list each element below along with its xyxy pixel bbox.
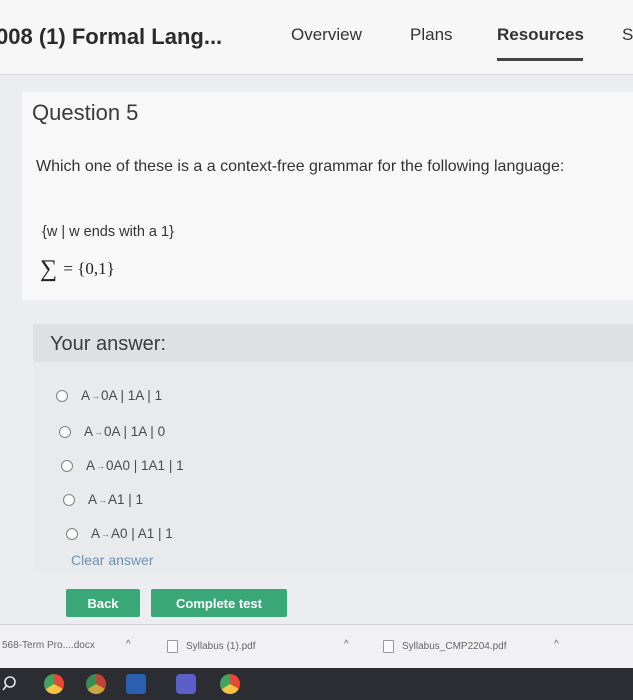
option-lhs: A <box>88 492 98 507</box>
answer-option-5[interactable]: A → A0 | A1 | 1 <box>66 526 173 541</box>
tab-overview[interactable]: Overview <box>291 25 362 45</box>
answer-option-1[interactable]: A → 0A | 1A | 1 <box>56 388 162 403</box>
option-lhs: A <box>84 424 94 439</box>
browser-screen: 008 (1) Formal Lang... Overview Plans Re… <box>0 0 633 668</box>
radio-button[interactable] <box>63 493 75 506</box>
clear-answer-link[interactable]: Clear answer <box>71 552 153 568</box>
tab-resources[interactable]: Resources <box>497 25 584 45</box>
question-prompt: Which one of these is a a context-free g… <box>36 158 565 175</box>
download-filename: 568-Term Pro....docx <box>2 640 95 651</box>
arrow-icon: → <box>94 426 104 437</box>
downloads-bar: 568-Term Pro....docx ^ Syllabus (1).pdf … <box>0 624 633 668</box>
top-navigation-bar: 008 (1) Formal Lang... Overview Plans Re… <box>0 0 633 75</box>
chevron-up-icon[interactable]: ^ <box>126 639 131 650</box>
answer-heading-band: Your answer: <box>33 324 633 362</box>
tab-plans[interactable]: Plans <box>410 25 453 45</box>
arrow-icon: → <box>91 390 101 401</box>
chevron-up-icon[interactable]: ^ <box>344 639 349 650</box>
alphabet-definition: ∑ = {0,1} <box>40 256 115 283</box>
download-filename: Syllabus_CMP2204.pdf <box>402 641 507 652</box>
question-card: Question 5 Which one of these is a a con… <box>22 92 633 300</box>
option-rhs: A1 | 1 <box>108 492 144 507</box>
course-title[interactable]: 008 (1) Formal Lang... <box>0 24 222 50</box>
download-item-syllabus[interactable]: Syllabus (1).pdf <box>167 640 255 653</box>
option-lhs: A <box>91 526 101 541</box>
windows-taskbar <box>0 668 633 700</box>
file-icon <box>383 640 394 653</box>
download-item-syllabus-cmp[interactable]: Syllabus_CMP2204.pdf <box>383 640 507 653</box>
language-definition: {w | w ends with a 1} <box>42 224 174 240</box>
answer-option-4[interactable]: A → A1 | 1 <box>63 492 143 507</box>
complete-test-button[interactable]: Complete test <box>151 589 287 617</box>
option-lhs: A <box>81 388 91 403</box>
chrome-icon[interactable] <box>220 674 240 694</box>
radio-button[interactable] <box>59 425 71 438</box>
arrow-icon: → <box>98 494 108 505</box>
search-icon[interactable] <box>2 675 20 693</box>
option-rhs: A0 | A1 | 1 <box>111 526 173 541</box>
radio-button[interactable] <box>61 459 73 472</box>
chrome-icon[interactable] <box>86 674 106 694</box>
radio-button[interactable] <box>56 389 68 402</box>
your-answer-heading: Your answer: <box>50 333 166 355</box>
chrome-icon[interactable] <box>44 674 64 694</box>
radio-button[interactable] <box>66 527 78 540</box>
download-item-docx[interactable]: 568-Term Pro....docx <box>2 640 95 651</box>
sigma-symbol: ∑ <box>40 256 58 282</box>
option-lhs: A <box>86 458 96 473</box>
word-icon[interactable] <box>126 674 146 694</box>
arrow-icon: → <box>96 460 106 471</box>
chevron-up-icon[interactable]: ^ <box>554 639 559 650</box>
download-filename: Syllabus (1).pdf <box>186 641 256 652</box>
file-icon <box>167 640 178 653</box>
answer-option-2[interactable]: A → 0A | 1A | 0 <box>59 424 165 439</box>
tab-overflow[interactable]: S <box>622 25 633 45</box>
arrow-icon: → <box>101 528 111 539</box>
alphabet-value: = {0,1} <box>63 259 115 278</box>
option-rhs: 0A | 1A | 1 <box>101 388 163 403</box>
question-title: Question 5 <box>32 100 139 125</box>
active-tab-indicator <box>497 58 583 61</box>
back-button[interactable]: Back <box>66 589 140 617</box>
option-rhs: 0A | 1A | 0 <box>104 424 166 439</box>
option-rhs: 0A0 | 1A1 | 1 <box>106 458 184 473</box>
answer-option-3[interactable]: A → 0A0 | 1A1 | 1 <box>61 458 184 473</box>
teams-icon[interactable] <box>176 674 196 694</box>
